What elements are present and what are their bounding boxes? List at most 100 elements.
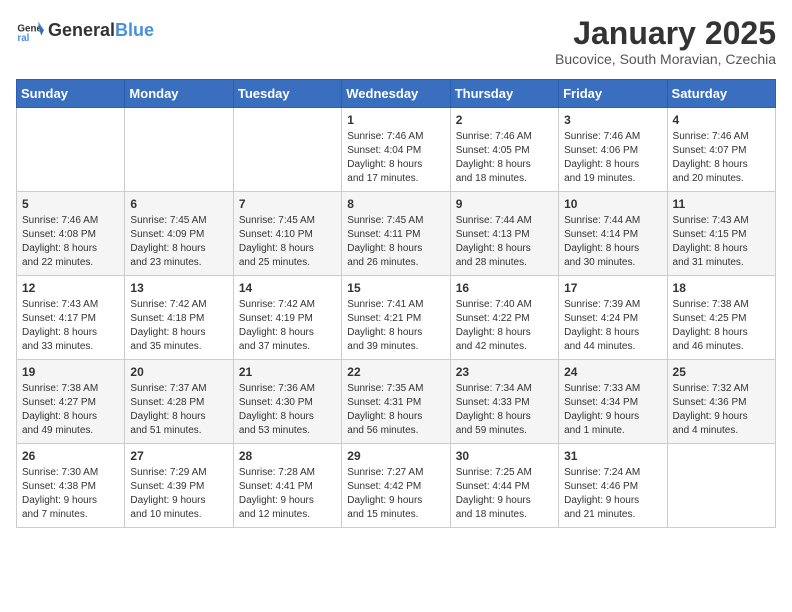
location-subtitle: Bucovice, South Moravian, Czechia	[555, 51, 776, 67]
calendar-cell: 30Sunrise: 7:25 AM Sunset: 4:44 PM Dayli…	[450, 444, 558, 528]
day-number: 10	[564, 197, 661, 211]
day-number: 4	[673, 113, 770, 127]
calendar-table: SundayMondayTuesdayWednesdayThursdayFrid…	[16, 79, 776, 528]
weekday-header-sunday: Sunday	[17, 80, 125, 108]
calendar-cell: 25Sunrise: 7:32 AM Sunset: 4:36 PM Dayli…	[667, 360, 775, 444]
day-info: Sunrise: 7:24 AM Sunset: 4:46 PM Dayligh…	[564, 466, 661, 522]
day-number: 18	[673, 281, 770, 295]
weekday-header-saturday: Saturday	[667, 80, 775, 108]
calendar-cell: 6 Sunrise: 7:45 AM Sunset: 4:09 PM Daylig…	[125, 192, 233, 276]
title-block: January 2025 Bucovice, South Moravian, C…	[555, 16, 776, 67]
day-info: Sunrise: 7:43 AM Sunset: 4:17 PM Dayligh…	[22, 298, 119, 354]
day-number: 6	[130, 197, 227, 211]
day-number: 16	[456, 281, 553, 295]
calendar-cell: 20 Sunrise: 7:37 AM Sunset: 4:28 PM Dayli…	[125, 360, 233, 444]
logo-icon: Gene ral	[16, 16, 44, 44]
calendar-cell: 21 Sunrise: 7:36 AM Sunset: 4:30 PM Dayli…	[233, 360, 341, 444]
calendar-cell: 15 Sunrise: 7:41 AM Sunset: 4:21 PM Dayli…	[342, 276, 450, 360]
weekday-header-wednesday: Wednesday	[342, 80, 450, 108]
day-number: 17	[564, 281, 661, 295]
day-info: Sunrise: 7:40 AM Sunset: 4:22 PM Dayligh…	[456, 298, 553, 354]
weekday-header-tuesday: Tuesday	[233, 80, 341, 108]
weekday-header-monday: Monday	[125, 80, 233, 108]
day-number: 1	[347, 113, 444, 127]
day-number: 2	[456, 113, 553, 127]
day-info: Sunrise: 7:35 AM Sunset: 4:31 PM Dayligh…	[347, 382, 444, 438]
day-info: Sunrise: 7:29 AM Sunset: 4:39 PM Dayligh…	[130, 466, 227, 522]
day-info: Sunrise: 7:46 AM Sunset: 4:07 PM Dayligh…	[673, 130, 770, 186]
day-info: Sunrise: 7:45 AM Sunset: 4:10 PM Dayligh…	[239, 214, 336, 270]
calendar-cell: 4 Sunrise: 7:46 AM Sunset: 4:07 PM Daylig…	[667, 108, 775, 192]
day-info: Sunrise: 7:28 AM Sunset: 4:41 PM Dayligh…	[239, 466, 336, 522]
calendar-cell: 26 Sunrise: 7:30 AM Sunset: 4:38 PM Dayli…	[17, 444, 125, 528]
calendar-cell: 22 Sunrise: 7:35 AM Sunset: 4:31 PM Dayli…	[342, 360, 450, 444]
day-info: Sunrise: 7:45 AM Sunset: 4:11 PM Dayligh…	[347, 214, 444, 270]
day-info: Sunrise: 7:41 AM Sunset: 4:21 PM Dayligh…	[347, 298, 444, 354]
day-number: 30	[456, 449, 553, 463]
page-header: Gene ral GeneralBlue January 2025 Bucovi…	[16, 16, 776, 67]
calendar-cell	[125, 108, 233, 192]
day-number: 21	[239, 365, 336, 379]
day-number: 11	[673, 197, 770, 211]
day-info: Sunrise: 7:42 AM Sunset: 4:19 PM Dayligh…	[239, 298, 336, 354]
logo-text-general: General	[48, 20, 115, 41]
day-number: 9	[456, 197, 553, 211]
calendar-cell: 12 Sunrise: 7:43 AM Sunset: 4:17 PM Dayli…	[17, 276, 125, 360]
day-number: 26	[22, 449, 119, 463]
calendar-cell: 13 Sunrise: 7:42 AM Sunset: 4:18 PM Dayli…	[125, 276, 233, 360]
calendar-cell: 16 Sunrise: 7:40 AM Sunset: 4:22 PM Dayli…	[450, 276, 558, 360]
day-number: 24	[564, 365, 661, 379]
day-number: 23	[456, 365, 553, 379]
calendar-cell: 2Sunrise: 7:46 AM Sunset: 4:05 PM Daylig…	[450, 108, 558, 192]
calendar-cell: 9 Sunrise: 7:44 AM Sunset: 4:13 PM Daylig…	[450, 192, 558, 276]
calendar-cell: 19Sunrise: 7:38 AM Sunset: 4:27 PM Dayli…	[17, 360, 125, 444]
day-number: 22	[347, 365, 444, 379]
calendar-cell	[17, 108, 125, 192]
calendar-cell	[667, 444, 775, 528]
weekday-header-row: SundayMondayTuesdayWednesdayThursdayFrid…	[17, 80, 776, 108]
weekday-header-friday: Friday	[559, 80, 667, 108]
day-info: Sunrise: 7:33 AM Sunset: 4:34 PM Dayligh…	[564, 382, 661, 438]
calendar-cell: 3 Sunrise: 7:46 AM Sunset: 4:06 PM Daylig…	[559, 108, 667, 192]
calendar-cell: 23 Sunrise: 7:34 AM Sunset: 4:33 PM Dayli…	[450, 360, 558, 444]
day-info: Sunrise: 7:36 AM Sunset: 4:30 PM Dayligh…	[239, 382, 336, 438]
day-info: Sunrise: 7:44 AM Sunset: 4:14 PM Dayligh…	[564, 214, 661, 270]
day-info: Sunrise: 7:44 AM Sunset: 4:13 PM Dayligh…	[456, 214, 553, 270]
day-number: 19	[22, 365, 119, 379]
calendar-cell: 5 Sunrise: 7:46 AM Sunset: 4:08 PM Daylig…	[17, 192, 125, 276]
day-info: Sunrise: 7:46 AM Sunset: 4:08 PM Dayligh…	[22, 214, 119, 270]
day-info: Sunrise: 7:46 AM Sunset: 4:04 PM Dayligh…	[347, 130, 444, 186]
day-number: 29	[347, 449, 444, 463]
day-number: 14	[239, 281, 336, 295]
calendar-cell: 10 Sunrise: 7:44 AM Sunset: 4:14 PM Dayli…	[559, 192, 667, 276]
calendar-cell: 18Sunrise: 7:38 AM Sunset: 4:25 PM Dayli…	[667, 276, 775, 360]
calendar-cell	[233, 108, 341, 192]
calendar-cell: 1 Sunrise: 7:46 AM Sunset: 4:04 PM Daylig…	[342, 108, 450, 192]
day-number: 5	[22, 197, 119, 211]
week-row-5: 26 Sunrise: 7:30 AM Sunset: 4:38 PM Dayli…	[17, 444, 776, 528]
day-number: 31	[564, 449, 661, 463]
day-number: 8	[347, 197, 444, 211]
week-row-3: 12 Sunrise: 7:43 AM Sunset: 4:17 PM Dayli…	[17, 276, 776, 360]
day-number: 13	[130, 281, 227, 295]
day-info: Sunrise: 7:30 AM Sunset: 4:38 PM Dayligh…	[22, 466, 119, 522]
day-info: Sunrise: 7:45 AM Sunset: 4:09 PM Dayligh…	[130, 214, 227, 270]
calendar-cell: 28Sunrise: 7:28 AM Sunset: 4:41 PM Dayli…	[233, 444, 341, 528]
day-number: 15	[347, 281, 444, 295]
day-number: 12	[22, 281, 119, 295]
logo: Gene ral GeneralBlue	[16, 16, 154, 44]
day-info: Sunrise: 7:46 AM Sunset: 4:06 PM Dayligh…	[564, 130, 661, 186]
day-info: Sunrise: 7:42 AM Sunset: 4:18 PM Dayligh…	[130, 298, 227, 354]
day-number: 20	[130, 365, 227, 379]
calendar-cell: 24 Sunrise: 7:33 AM Sunset: 4:34 PM Dayli…	[559, 360, 667, 444]
day-number: 27	[130, 449, 227, 463]
calendar-cell: 11Sunrise: 7:43 AM Sunset: 4:15 PM Dayli…	[667, 192, 775, 276]
calendar-cell: 17Sunrise: 7:39 AM Sunset: 4:24 PM Dayli…	[559, 276, 667, 360]
day-number: 7	[239, 197, 336, 211]
day-number: 3	[564, 113, 661, 127]
week-row-4: 19Sunrise: 7:38 AM Sunset: 4:27 PM Dayli…	[17, 360, 776, 444]
day-info: Sunrise: 7:34 AM Sunset: 4:33 PM Dayligh…	[456, 382, 553, 438]
day-number: 25	[673, 365, 770, 379]
day-info: Sunrise: 7:37 AM Sunset: 4:28 PM Dayligh…	[130, 382, 227, 438]
calendar-cell: 29Sunrise: 7:27 AM Sunset: 4:42 PM Dayli…	[342, 444, 450, 528]
